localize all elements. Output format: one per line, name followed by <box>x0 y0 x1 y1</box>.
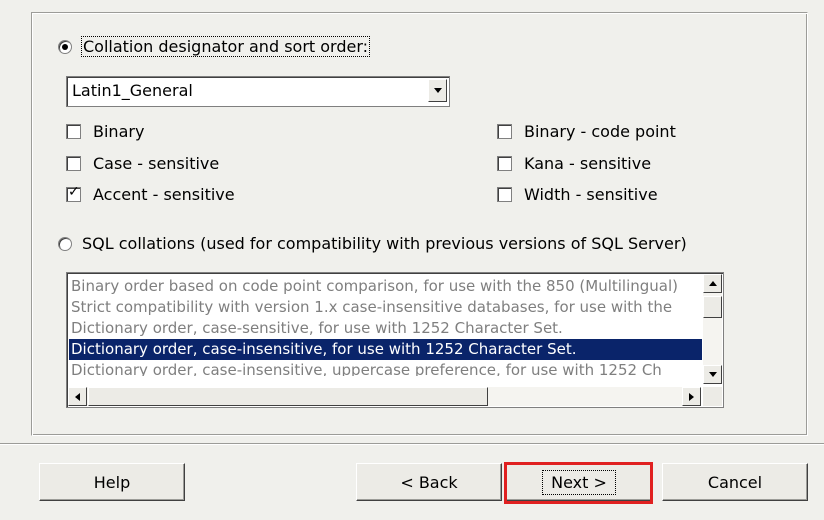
width-sensitive-option[interactable]: Width - sensitive <box>497 185 658 204</box>
binary-option[interactable]: Binary <box>66 122 144 141</box>
case-sensitive-label: Case - sensitive <box>93 154 220 173</box>
scroll-down-button[interactable] <box>703 365 722 384</box>
accent-sensitive-label: Accent - sensitive <box>93 185 235 204</box>
sql-collations-option[interactable]: SQL collations (used for compatibility w… <box>58 234 687 253</box>
collation-designator-value: Latin1_General <box>72 81 193 100</box>
arrow-up-icon <box>708 281 717 286</box>
back-button[interactable]: < Back <box>356 463 502 501</box>
binary-checkbox[interactable] <box>66 124 81 139</box>
sql-collations-label: SQL collations (used for compatibility w… <box>82 234 687 253</box>
arrow-right-icon <box>689 392 694 401</box>
case-sensitive-checkbox[interactable] <box>66 156 81 171</box>
binary-code-point-checkbox[interactable] <box>497 124 512 139</box>
horizontal-scrollbar[interactable] <box>68 387 701 406</box>
sql-collations-radio[interactable] <box>58 236 72 251</box>
sql-collations-items: Binary order based on code point compari… <box>69 276 702 376</box>
kana-sensitive-label: Kana - sensitive <box>524 154 652 173</box>
dropdown-arrow-button[interactable] <box>428 79 447 102</box>
cancel-button[interactable]: Cancel <box>662 463 808 501</box>
width-sensitive-checkbox[interactable] <box>497 187 512 202</box>
help-button-label: Help <box>93 472 131 492</box>
vertical-scroll-thumb[interactable] <box>703 296 722 318</box>
arrow-down-icon <box>708 372 717 377</box>
footer-divider <box>0 443 824 445</box>
next-button-label: Next > <box>542 469 616 495</box>
scroll-right-button[interactable] <box>682 387 701 406</box>
scrollbar-corner <box>703 387 722 406</box>
collation-designator-radio[interactable] <box>58 39 72 54</box>
collation-designator-option[interactable]: Collation designator and sort order: <box>58 36 371 57</box>
list-item[interactable]: Strict compatibility with version 1.x ca… <box>69 297 702 318</box>
case-sensitive-option[interactable]: Case - sensitive <box>66 154 219 173</box>
binary-code-point-label: Binary - code point <box>524 122 676 141</box>
cancel-button-label: Cancel <box>707 472 763 492</box>
horizontal-scroll-thumb[interactable] <box>88 387 488 406</box>
list-item[interactable]: Binary order based on code point compari… <box>69 276 702 297</box>
list-item[interactable]: Dictionary order, case-sensitive, for us… <box>69 318 702 339</box>
help-button[interactable]: Help <box>39 463 185 501</box>
binary-label: Binary <box>93 122 145 141</box>
back-button-label: < Back <box>400 472 458 492</box>
vertical-scrollbar[interactable] <box>703 274 722 384</box>
accent-sensitive-checkbox[interactable] <box>66 184 81 202</box>
binary-code-point-option[interactable]: Binary - code point <box>497 122 676 141</box>
next-button[interactable]: Next > <box>505 462 653 502</box>
accent-sensitive-option[interactable]: Accent - sensitive <box>66 184 235 204</box>
kana-sensitive-checkbox[interactable] <box>497 156 512 171</box>
chevron-down-icon <box>433 88 442 93</box>
arrow-left-icon <box>75 392 80 401</box>
scroll-left-button[interactable] <box>68 387 87 406</box>
collation-designator-dropdown[interactable]: Latin1_General <box>66 76 450 107</box>
list-item-selected[interactable]: Dictionary order, case-insensitive, for … <box>69 339 702 360</box>
width-sensitive-label: Width - sensitive <box>524 185 658 204</box>
sql-collations-list[interactable]: Binary order based on code point compari… <box>66 272 724 408</box>
list-item[interactable]: Dictionary order, case-insensitive, uppe… <box>69 360 702 376</box>
collation-designator-label: Collation designator and sort order: <box>80 36 371 57</box>
scroll-up-button[interactable] <box>703 274 722 293</box>
kana-sensitive-option[interactable]: Kana - sensitive <box>497 154 651 173</box>
